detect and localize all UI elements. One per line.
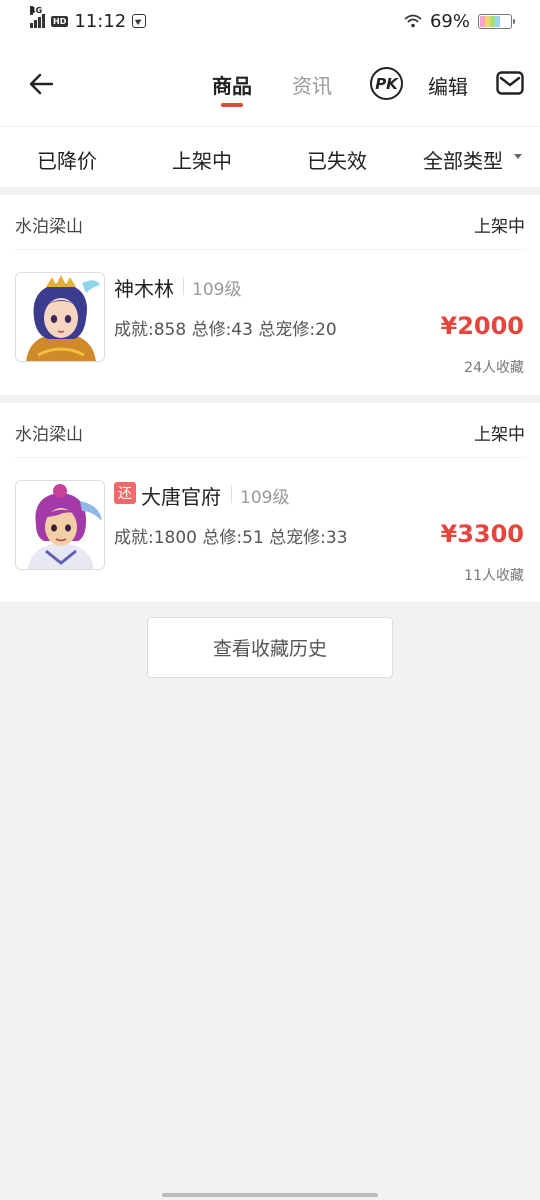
price: ¥2000 xyxy=(440,312,525,340)
telegram-icon xyxy=(132,14,147,28)
chevron-down-icon xyxy=(514,154,522,159)
character-name: 大唐官府 xyxy=(141,485,221,509)
tab-goods[interactable]: 商品 xyxy=(212,70,252,99)
favorite-count: 11人收藏 xyxy=(464,568,524,584)
active-tab-indicator xyxy=(221,103,243,107)
character-avatar[interactable] xyxy=(15,272,105,362)
character-name: 神木林 xyxy=(114,277,174,301)
filter-all-types[interactable]: 全部类型 xyxy=(423,145,503,174)
price: ¥3300 xyxy=(440,520,525,548)
battery-icon xyxy=(478,13,515,29)
listing-state: 上架中 xyxy=(474,217,525,237)
filter-on-shelf[interactable]: 上架中 xyxy=(172,145,232,174)
battery-percent: 69% xyxy=(429,10,470,32)
hd-icon: HD xyxy=(51,15,69,27)
back-arrow-icon[interactable] xyxy=(26,68,58,100)
listing-card[interactable]: 水泊梁山 上架中 神木林 109级 成就:858 总修:43 总宠修:20 ¥2… xyxy=(0,195,540,395)
filter-price-reduced[interactable]: 已降价 xyxy=(37,145,97,174)
view-favorites-history-button[interactable]: 查看收藏历史 xyxy=(147,617,393,678)
character-level: 109级 xyxy=(240,488,290,508)
character-portrait-image xyxy=(16,273,104,361)
return-badge: 还 xyxy=(114,482,136,504)
character-avatar[interactable] xyxy=(15,480,105,570)
network-type: 4G xyxy=(30,6,43,15)
filter-expired[interactable]: 已失效 xyxy=(307,145,367,174)
character-portrait-image xyxy=(16,481,104,569)
nav-bar: 商品 资讯 PK 编辑 xyxy=(0,42,540,127)
character-stats: 成就:858 总修:43 总宠修:20 xyxy=(114,320,337,340)
tab-news[interactable]: 资讯 xyxy=(292,70,332,99)
favorite-count: 24人收藏 xyxy=(464,360,524,376)
listing-card[interactable]: 水泊梁山 上架中 还 大唐官府 109级 成就:1800 总修:51 总宠修:3… xyxy=(0,403,540,602)
signal-icon: 4G xyxy=(30,6,45,28)
wifi-icon xyxy=(404,14,422,28)
home-indicator[interactable] xyxy=(162,1193,378,1197)
shop-name: 水泊梁山 xyxy=(15,217,83,237)
card-header: 水泊梁山 上架中 xyxy=(15,195,525,250)
edit-button[interactable]: 编辑 xyxy=(428,71,468,100)
divider xyxy=(231,485,232,503)
filter-bar: 已降价 上架中 已失效 全部类型 xyxy=(0,127,540,187)
pk-icon[interactable]: PK xyxy=(370,67,403,100)
mail-icon[interactable] xyxy=(496,71,524,95)
divider xyxy=(183,277,184,295)
character-level: 109级 xyxy=(192,280,242,300)
listing-state: 上架中 xyxy=(474,425,525,445)
card-header: 水泊梁山 上架中 xyxy=(15,403,525,458)
clock: 11:12 xyxy=(74,10,127,32)
pk-label: PK xyxy=(375,74,398,93)
character-stats: 成就:1800 总修:51 总宠修:33 xyxy=(114,528,348,548)
shop-name: 水泊梁山 xyxy=(15,425,83,445)
status-bar: 4G HD 11:12 69% xyxy=(0,0,540,42)
